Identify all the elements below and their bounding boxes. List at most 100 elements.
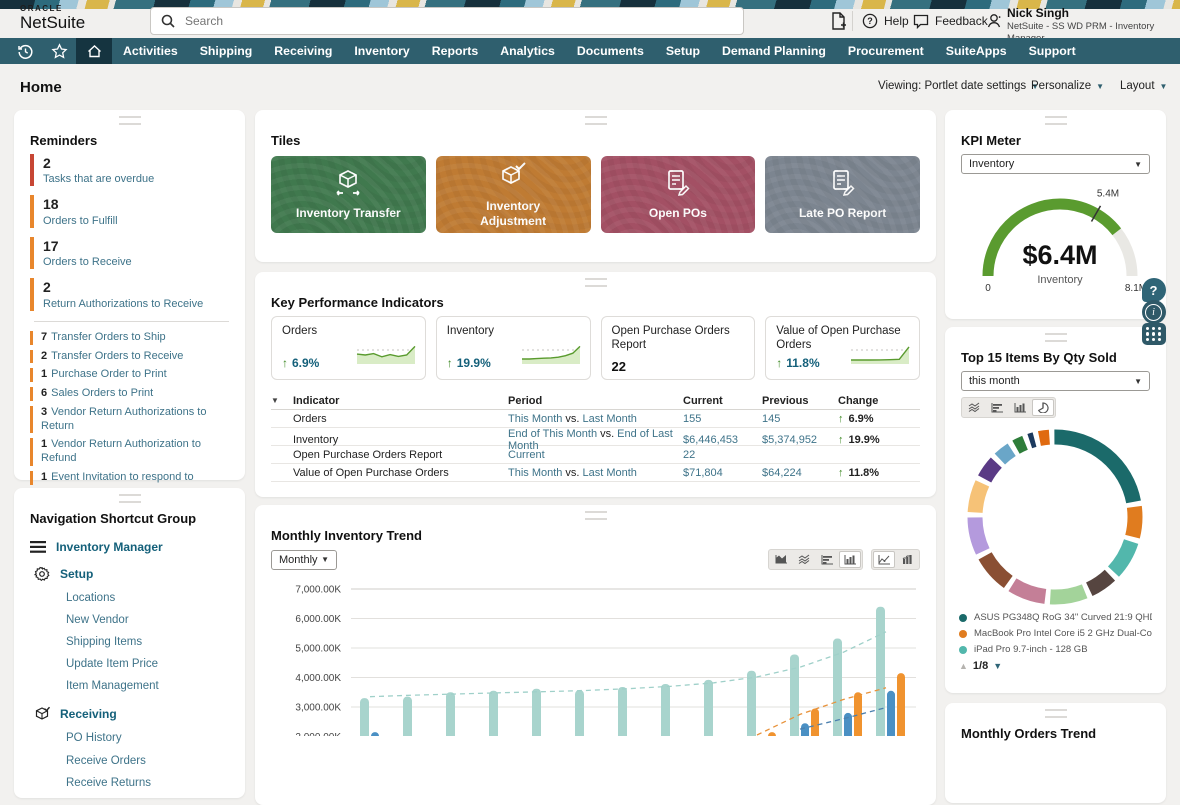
reminder-link-tasks-that-are-overdue[interactable]: Tasks that are overdue	[43, 172, 229, 186]
reminder-link-transfer-orders-to-ship[interactable]: Transfer Orders to Ship	[51, 331, 166, 343]
nav-item-receiving[interactable]: Receiving	[263, 38, 343, 64]
top-items-range-select[interactable]: this month▼	[961, 371, 1150, 391]
drag-handle[interactable]	[585, 511, 607, 520]
cell-previous[interactable]: $5,374,952	[762, 434, 838, 446]
nav-item-inventory[interactable]: Inventory	[343, 38, 420, 64]
column-chart-button[interactable]	[1009, 399, 1031, 416]
shortcut-group-receiving[interactable]: Receiving	[34, 706, 229, 722]
period-link[interactable]: Last Month	[582, 467, 636, 479]
legend-item[interactable]: iPad Pro 9.7-inch - 128 GB	[959, 644, 1152, 655]
viewing-settings-dropdown[interactable]: Viewing: Portlet date settings▼	[878, 80, 1039, 92]
stacked-line-chart-button[interactable]	[793, 551, 815, 568]
nav-item-documents[interactable]: Documents	[566, 38, 655, 64]
nav-item-shipping[interactable]: Shipping	[189, 38, 264, 64]
nav-item-activities[interactable]: Activities	[112, 38, 189, 64]
portlet-title: Key Performance Indicators	[271, 295, 920, 310]
cell-current[interactable]: 155	[683, 413, 762, 425]
drag-handle[interactable]	[119, 116, 141, 125]
drag-handle[interactable]	[1045, 333, 1067, 342]
period-link[interactable]: Last Month	[582, 413, 636, 425]
kpi-card-orders[interactable]: Orders↑6.9%	[271, 316, 426, 380]
cell-previous[interactable]: $64,224	[762, 467, 838, 479]
nav-item-setup[interactable]: Setup	[655, 38, 711, 64]
drag-handle[interactable]	[585, 116, 607, 125]
legend-item[interactable]: MacBook Pro Intel Core i5 2 GHz Dual-Cor…	[959, 628, 1152, 639]
horizontal-bar-chart-button[interactable]	[816, 551, 838, 568]
floating-help-button[interactable]: ?	[1142, 278, 1166, 302]
shortcut-group-setup[interactable]: Setup	[34, 566, 229, 582]
three-d-column-chart-button[interactable]	[896, 551, 918, 568]
arrow-up-icon: ↑	[838, 434, 844, 446]
reminder-link-transfer-orders-to-receive[interactable]: Transfer Orders to Receive	[51, 350, 183, 362]
drag-handle[interactable]	[1045, 116, 1067, 125]
cell-current[interactable]: 22	[683, 449, 762, 461]
shortcut-link-locations[interactable]: Locations	[66, 590, 229, 606]
period-link[interactable]: This Month	[508, 467, 562, 479]
nav-item-demand-planning[interactable]: Demand Planning	[711, 38, 837, 64]
page-down-icon[interactable]: ▼	[993, 661, 1002, 671]
new-document-button[interactable]	[830, 9, 846, 33]
shortcut-link-update-item-price[interactable]: Update Item Price	[66, 656, 229, 672]
personalize-dropdown[interactable]: Personalize▼	[1031, 80, 1104, 92]
column-chart-button[interactable]	[839, 551, 861, 568]
reminder-link-orders-to-fulfill[interactable]: Orders to Fulfill	[43, 214, 229, 228]
shortcut-link-item-management[interactable]: Item Management	[66, 678, 229, 694]
cell-current[interactable]: $71,804	[683, 467, 762, 479]
reminder-link-return-authorizations-to-receive[interactable]: Return Authorizations to Receive	[43, 297, 229, 311]
page-up-icon[interactable]: ▲	[959, 661, 968, 671]
pie-chart-button[interactable]	[1032, 399, 1054, 416]
cell-previous[interactable]: 145	[762, 413, 838, 425]
cell-current[interactable]: $6,446,453	[683, 434, 762, 446]
nav-item-suiteapps[interactable]: SuiteApps	[935, 38, 1018, 64]
shortcut-root-inventory-manager[interactable]: Inventory Manager	[30, 540, 229, 554]
line-chart-button[interactable]	[873, 551, 895, 568]
kpi-card-value-of-open-purchase-orders[interactable]: Value of Open Purchase Orders↑11.8%	[765, 316, 920, 380]
kpi-card-inventory[interactable]: Inventory↑19.9%	[436, 316, 591, 380]
reminder-link-vendor-return-authorization-to-refund[interactable]: Vendor Return Authorization to Refund	[41, 438, 201, 464]
stacked-line-chart-button[interactable]	[963, 399, 985, 416]
nav-item-analytics[interactable]: Analytics	[489, 38, 566, 64]
tile-late-po-report[interactable]: Late PO Report	[765, 156, 920, 233]
nav-item-procurement[interactable]: Procurement	[837, 38, 935, 64]
shortcut-link-receive-orders[interactable]: Receive Orders	[66, 753, 229, 769]
collapse-caret-icon[interactable]: ▼	[271, 396, 293, 405]
reminder-link-sales-orders-to-print[interactable]: Sales Orders to Print	[51, 387, 153, 399]
kpi-meter-select[interactable]: Inventory▼	[961, 154, 1150, 174]
feedback-button[interactable]: Feedback	[913, 9, 988, 33]
floating-apps-button[interactable]	[1142, 323, 1166, 345]
trend-range-select[interactable]: Monthly▼	[271, 550, 337, 570]
reminder-link-orders-to-receive[interactable]: Orders to Receive	[43, 255, 229, 269]
user-menu[interactable]	[986, 9, 1004, 33]
period-link[interactable]: Current	[508, 449, 545, 461]
period-link[interactable]: This Month	[508, 413, 562, 425]
area-chart-button[interactable]	[770, 551, 792, 568]
home-button[interactable]	[76, 38, 112, 64]
reminder-link-vendor-return-authorizations-to-return[interactable]: Vendor Return Authorizations to Return	[41, 406, 206, 432]
drag-handle[interactable]	[1045, 709, 1067, 718]
shortcut-link-receive-returns[interactable]: Receive Returns	[66, 775, 229, 791]
shortcut-link-shipping-items[interactable]: Shipping Items	[66, 634, 229, 650]
search-input[interactable]	[183, 13, 743, 29]
layout-dropdown[interactable]: Layout▼	[1120, 80, 1167, 92]
tile-inventory-adjustment[interactable]: Inventory Adjustment	[436, 156, 591, 233]
global-search[interactable]	[150, 7, 744, 35]
netsuite-logo[interactable]: ORACLE NetSuite	[20, 5, 85, 31]
history-button[interactable]	[8, 38, 42, 64]
reminder-link-event-invitation-to-respond-to[interactable]: Event Invitation to respond to	[51, 471, 193, 483]
tile-inventory-transfer[interactable]: Inventory Transfer	[271, 156, 426, 233]
kpi-card-open-purchase-orders-report[interactable]: Open Purchase Orders Report22	[601, 316, 756, 380]
drag-handle[interactable]	[119, 494, 141, 503]
help-button[interactable]: ? Help	[862, 9, 909, 33]
reminder-link-purchase-order-to-print[interactable]: Purchase Order to Print	[51, 368, 167, 380]
nav-item-support[interactable]: Support	[1018, 38, 1087, 64]
shortcut-link-po-history[interactable]: PO History	[66, 730, 229, 746]
legend-item[interactable]: ASUS PG348Q RoG 34" Curved 21:9 QHD IP..…	[959, 612, 1152, 623]
tile-open-pos[interactable]: Open POs	[601, 156, 756, 233]
nav-item-reports[interactable]: Reports	[421, 38, 489, 64]
period-link[interactable]: End of This Month	[508, 428, 597, 440]
shortcuts-star-button[interactable]	[42, 38, 76, 64]
drag-handle[interactable]	[585, 278, 607, 287]
horizontal-bar-chart-button[interactable]	[986, 399, 1008, 416]
shortcut-link-new-vendor[interactable]: New Vendor	[66, 612, 229, 628]
floating-info-button[interactable]: i	[1142, 300, 1166, 324]
